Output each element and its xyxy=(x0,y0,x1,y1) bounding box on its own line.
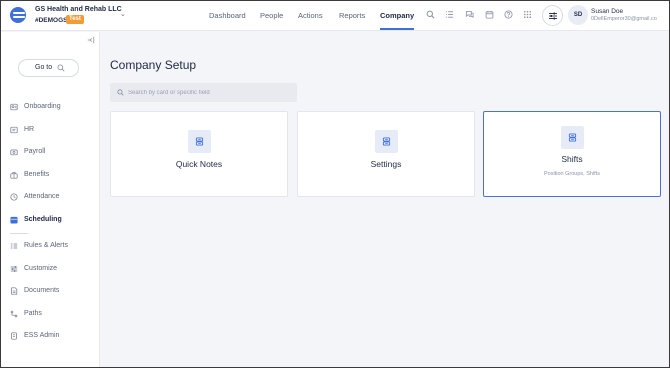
app-window: GS Health and Rehab LLC #DEMOGS Test ⌄ D… xyxy=(0,0,670,368)
nav-actions[interactable]: Actions xyxy=(298,1,323,31)
sidebar-item-rules-alerts[interactable]: Rules & Alerts xyxy=(1,239,100,253)
sidebar-item-label: Benefits xyxy=(24,171,50,178)
filters-button[interactable] xyxy=(542,5,563,26)
sidebar-item-label: HR xyxy=(24,126,35,133)
card-title: Settings xyxy=(370,159,402,169)
rules-icon xyxy=(10,242,18,250)
avatar[interactable]: SD xyxy=(568,5,588,25)
settings-icon xyxy=(382,137,391,146)
card-shifts[interactable]: Shifts Position Groups, Shifts xyxy=(483,111,661,197)
company-code: #DEMOGS xyxy=(35,17,68,24)
hr-icon xyxy=(10,126,18,134)
top-bar: GS Health and Rehab LLC #DEMOGS Test ⌄ D… xyxy=(1,1,669,31)
test-badge: Test xyxy=(66,15,84,24)
sidebar-item-ess-admin[interactable]: ESS Admin xyxy=(1,329,100,343)
card-quick-notes[interactable]: Quick Notes xyxy=(110,111,288,197)
sidebar-item-hr[interactable]: HR xyxy=(1,123,100,137)
sidebar-item-label: Scheduling xyxy=(24,216,62,223)
calendar-icon[interactable] xyxy=(485,10,494,19)
ess-admin-icon xyxy=(10,332,18,340)
payroll-icon xyxy=(10,148,18,156)
search-icon[interactable] xyxy=(426,10,435,19)
sidebar-item-label: Onboarding xyxy=(24,103,61,110)
apps-grid-icon[interactable] xyxy=(523,10,532,19)
sidebar-item-label: Paths xyxy=(24,310,42,317)
paths-icon xyxy=(10,310,18,318)
sidebar-item-attendance[interactable]: Attendance xyxy=(1,190,100,204)
search-input[interactable] xyxy=(128,86,288,99)
benefits-icon xyxy=(10,171,18,179)
sidebar-item-label: Rules & Alerts xyxy=(24,242,68,249)
search-bar[interactable] xyxy=(110,83,297,102)
quick-notes-icon xyxy=(195,137,204,146)
shifts-icon xyxy=(568,133,577,142)
attendance-icon xyxy=(10,193,18,201)
nav-company[interactable]: Company xyxy=(380,1,415,31)
page-title: Company Setup xyxy=(110,58,197,72)
nav-reports[interactable]: Reports xyxy=(339,1,365,31)
sidebar-item-label: ESS Admin xyxy=(24,332,60,339)
card-title: Shifts xyxy=(561,154,583,164)
user-email: 0DellEmperor30@gmail.co xyxy=(591,16,657,22)
sidebar-item-label: Documents xyxy=(24,287,60,294)
list-icon[interactable] xyxy=(445,10,454,19)
user-name[interactable]: Susan Doe xyxy=(591,8,623,15)
card-icon-box xyxy=(561,126,584,149)
sidebar-item-customize[interactable]: Customize xyxy=(1,262,100,276)
sidebar-item-payroll[interactable]: Payroll xyxy=(1,145,100,159)
documents-icon xyxy=(10,287,18,295)
chat-icon[interactable] xyxy=(465,10,474,19)
filters-icon xyxy=(549,12,557,20)
card-settings[interactable]: Settings xyxy=(297,111,475,197)
app-logo[interactable] xyxy=(10,7,26,23)
chevron-down-icon[interactable]: ⌄ xyxy=(120,10,126,18)
nav-dashboard[interactable]: Dashboard xyxy=(209,1,246,31)
sidebar-item-label: Payroll xyxy=(24,148,46,155)
sidebar-item-documents[interactable]: Documents xyxy=(1,284,100,298)
search-icon xyxy=(57,64,65,72)
help-icon[interactable] xyxy=(504,10,513,19)
onboarding-icon xyxy=(10,103,18,111)
sidebar-item-paths[interactable]: Paths xyxy=(1,307,100,321)
company-name[interactable]: GS Health and Rehab LLC xyxy=(35,6,122,13)
card-icon-box xyxy=(188,130,211,153)
nav-people[interactable]: People xyxy=(260,1,283,31)
card-subtitle: Position Groups, Shifts xyxy=(544,171,600,177)
goto-label: Go to xyxy=(35,64,53,71)
collapse-sidebar-icon[interactable] xyxy=(87,36,95,44)
search-icon xyxy=(117,89,124,96)
sidebar-item-benefits[interactable]: Benefits xyxy=(1,168,100,182)
card-title: Quick Notes xyxy=(175,159,223,169)
customize-icon xyxy=(10,265,18,273)
sidebar-item-scheduling[interactable]: Scheduling xyxy=(1,213,100,227)
sidebar-item-label: Customize xyxy=(24,265,58,272)
sidebar-item-onboarding[interactable]: Onboarding xyxy=(1,100,100,114)
sidebar-divider xyxy=(10,233,28,234)
scheduling-icon xyxy=(10,216,18,224)
sidebar: Go to Onboarding HR Payroll Benefits Att… xyxy=(1,32,100,367)
card-icon-box xyxy=(375,130,398,153)
sidebar-item-label: Attendance xyxy=(24,193,60,200)
goto-button[interactable]: Go to xyxy=(18,59,79,77)
